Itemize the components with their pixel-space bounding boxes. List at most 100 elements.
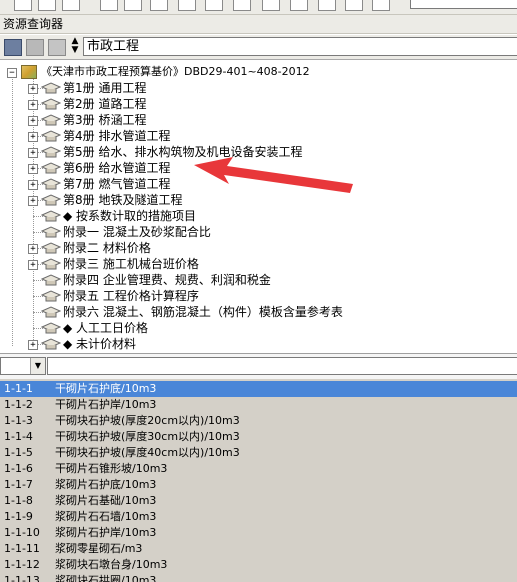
mortarboard-icon — [41, 130, 61, 142]
tree-item-label: 第6册 给水管道工程 — [63, 161, 171, 175]
quota-code: 1-1-1 — [4, 382, 33, 395]
chevron-down-icon[interactable]: ▼ — [30, 358, 45, 374]
quota-name: 干砌块石护坡(厚度20cm以内)/10m3 — [55, 414, 240, 427]
expand-icon[interactable]: + — [28, 84, 38, 94]
list-row[interactable]: 1-1-5 干砌块石护坡(厚度40cm以内)/10m3 — [0, 445, 517, 461]
expand-icon[interactable]: + — [28, 260, 38, 270]
expand-icon[interactable]: + — [28, 132, 38, 142]
list-row[interactable]: 1-1-3 干砌块石护坡(厚度20cm以内)/10m3 — [0, 413, 517, 429]
quota-name: 干砌片石锥形坡/10m3 — [55, 462, 168, 475]
quota-code: 1-1-7 — [4, 478, 33, 491]
list-row[interactable]: 1-1-1 干砌片石护底/10m3 — [0, 381, 517, 397]
filter-icon[interactable] — [48, 39, 66, 56]
library-selector[interactable]: 市政工程 — [83, 37, 517, 56]
mortarboard-icon — [41, 178, 61, 190]
tree-item-label: 附录二 材料价格 — [63, 241, 151, 255]
quota-code: 1-1-13 — [4, 574, 40, 582]
toolbar-button-13[interactable] — [345, 0, 363, 11]
toolbar-button-3[interactable] — [62, 0, 80, 11]
tree-item-label: ◆ 按系数计取的措施项目 — [63, 209, 197, 223]
list-row[interactable]: 1-1-12 浆砌块石墩台身/10m3 — [0, 557, 517, 573]
folder-icon[interactable] — [26, 39, 44, 56]
toolbar-button-4[interactable] — [100, 0, 118, 11]
quota-code: 1-1-11 — [4, 542, 40, 555]
list-row[interactable]: 1-1-9 浆砌片石石墙/10m3 — [0, 509, 517, 525]
expand-icon[interactable]: + — [28, 180, 38, 190]
list-row[interactable]: 1-1-2 干砌片石护岸/10m3 — [0, 397, 517, 413]
filter-combo[interactable]: ▼ — [0, 357, 46, 375]
resource-tree[interactable]: − 《天津市市政工程预算基价》DBD29-401~408-2012 + 第1册 通… — [0, 60, 517, 353]
tree-item-label: 第8册 地铁及隧道工程 — [63, 193, 183, 207]
mortarboard-icon — [41, 306, 61, 318]
list-row[interactable]: 1-1-8 浆砌片石基础/10m3 — [0, 493, 517, 509]
main-toolbar — [0, 0, 517, 15]
tree-item-label: 第4册 排水管道工程 — [63, 129, 171, 143]
quota-name: 浆砌片石石墙/10m3 — [55, 510, 157, 523]
expand-icon[interactable]: + — [28, 340, 38, 350]
mortarboard-icon — [41, 242, 61, 254]
toolbar-button-10[interactable] — [262, 0, 280, 11]
quota-name: 干砌片石护岸/10m3 — [55, 398, 157, 411]
expand-icon[interactable]: + — [28, 116, 38, 126]
expand-icon[interactable]: + — [28, 100, 38, 110]
quota-code: 1-1-6 — [4, 462, 33, 475]
filter-input[interactable] — [47, 357, 517, 375]
tree-item-label: 附录六 混凝土、钢筋混凝土（构件）模板含量参考表 — [63, 305, 343, 319]
tree-item-label: 第7册 燃气管道工程 — [63, 177, 171, 191]
toolbar-button-14[interactable] — [372, 0, 390, 11]
list-row[interactable]: 1-1-7 浆砌片石护底/10m3 — [0, 477, 517, 493]
tree-root-label: 《天津市市政工程预算基价》DBD29-401~408-2012 — [41, 65, 310, 78]
quota-name: 浆砌块石墩台身/10m3 — [55, 558, 168, 571]
toolbar-button-9[interactable] — [233, 0, 251, 11]
quota-name: 浆砌片石护岸/10m3 — [55, 526, 157, 539]
list-row[interactable]: 1-1-11 浆砌零星砌石/m3 — [0, 541, 517, 557]
quota-code: 1-1-12 — [4, 558, 40, 571]
expand-icon[interactable]: + — [28, 196, 38, 206]
mortarboard-icon — [41, 258, 61, 270]
list-row[interactable]: 1-1-10 浆砌片石护岸/10m3 — [0, 525, 517, 541]
toolbar-button-12[interactable] — [318, 0, 336, 11]
tree-line — [12, 74, 13, 346]
quota-name: 干砌片石护底/10m3 — [55, 382, 157, 395]
toolbar-button-11[interactable] — [290, 0, 308, 11]
quota-list[interactable]: 1-1-1 干砌片石护底/10m3 1-1-2 干砌片石护岸/10m3 1-1-3 干砌块… — [0, 379, 517, 582]
quota-name: 干砌块石护坡(厚度40cm以内)/10m3 — [55, 446, 240, 459]
collapse-icon[interactable]: − — [7, 68, 17, 78]
quota-code: 1-1-9 — [4, 510, 33, 523]
toolbar-button-7[interactable] — [178, 0, 196, 11]
spin-button[interactable]: ▲ ▼ — [70, 37, 80, 57]
quota-code: 1-1-2 — [4, 398, 33, 411]
toolbar-button-6[interactable] — [150, 0, 168, 11]
list-row[interactable]: 1-1-4 干砌块石护坡(厚度30cm以内)/10m3 — [0, 429, 517, 445]
quota-code: 1-1-10 — [4, 526, 40, 539]
locate-icon[interactable] — [4, 39, 22, 56]
mortarboard-icon — [41, 322, 61, 334]
mortarboard-icon — [41, 290, 61, 302]
expand-icon[interactable]: + — [28, 148, 38, 158]
list-row[interactable]: 1-1-6 干砌片石锥形坡/10m3 — [0, 461, 517, 477]
tree-item-label: 附录五 工程价格计算程序 — [63, 289, 199, 303]
toolbar-button-1[interactable] — [14, 0, 32, 11]
expand-icon[interactable]: + — [28, 164, 38, 174]
tree-item-label: ◆ 人工工日价格 — [63, 321, 149, 335]
expand-icon[interactable]: + — [28, 244, 38, 254]
spin-down-icon[interactable]: ▼ — [70, 46, 80, 55]
book-icon — [21, 65, 37, 79]
tree-item-label: 第1册 通用工程 — [63, 81, 147, 95]
tree-item-label: 第5册 给水、排水构筑物及机电设备安装工程 — [63, 145, 303, 159]
quota-code: 1-1-3 — [4, 414, 33, 427]
tree-item-label: 附录一 混凝土及砂浆配合比 — [63, 225, 211, 239]
quota-name: 浆砌块石拱圈/10m3 — [55, 574, 157, 582]
toolbar-button-8[interactable] — [205, 0, 223, 11]
list-row[interactable]: 1-1-13 浆砌块石拱圈/10m3 — [0, 573, 517, 582]
toolbar-button-5[interactable] — [124, 0, 142, 11]
mortarboard-icon — [41, 274, 61, 286]
toolbar-dropdown[interactable] — [410, 0, 517, 9]
mortarboard-icon — [41, 162, 61, 174]
quota-code: 1-1-8 — [4, 494, 33, 507]
toolbar-button-2[interactable] — [38, 0, 56, 11]
tree-item-label: 附录三 施工机械台班价格 — [63, 257, 199, 271]
panel-toolbar: ▲ ▼ 市政工程 — [0, 35, 517, 60]
quota-name: 浆砌片石基础/10m3 — [55, 494, 157, 507]
mortarboard-icon — [41, 194, 61, 206]
